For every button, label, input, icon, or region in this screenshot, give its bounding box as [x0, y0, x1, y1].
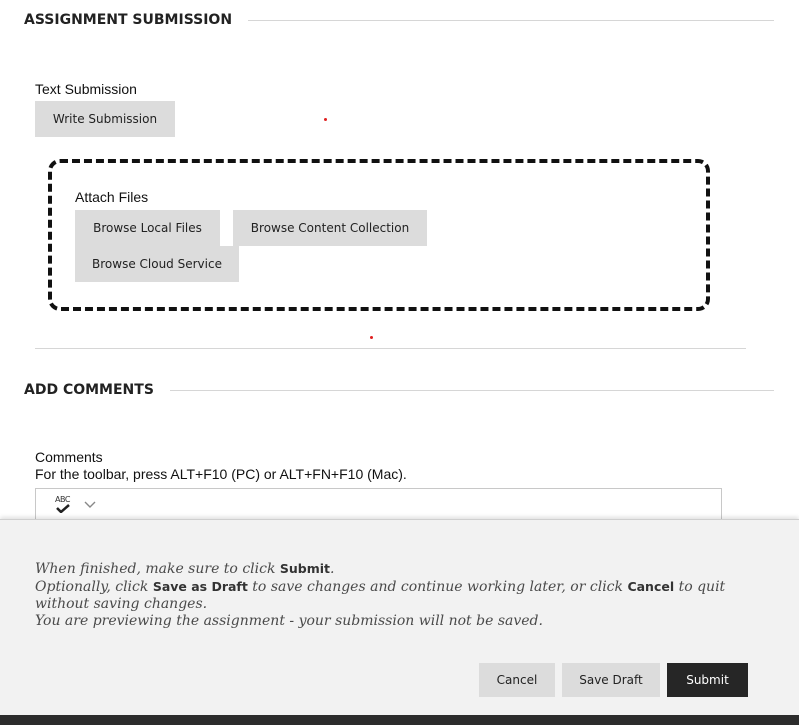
- spellcheck-icon[interactable]: ABC: [52, 495, 76, 517]
- instruction-line-2: Optionally, click Save as Draft to save …: [35, 578, 755, 613]
- add-comments-title: ADD COMMENTS: [24, 382, 154, 398]
- browse-local-files-button[interactable]: Browse Local Files: [75, 210, 220, 246]
- instruction-text: to save changes and continue working lat…: [247, 579, 628, 595]
- instruction-emphasis-save-draft: Save as Draft: [152, 579, 248, 594]
- submission-action-panel: When finished, make sure to click Submit…: [0, 519, 799, 716]
- cancel-button[interactable]: Cancel: [479, 663, 555, 697]
- spellcheck-icon-text: ABC: [55, 495, 70, 504]
- header-rule: [248, 19, 774, 21]
- write-submission-button[interactable]: Write Submission: [35, 101, 175, 137]
- comments-label: Comments: [35, 449, 103, 465]
- red-marker-dot: [370, 336, 373, 339]
- submit-button[interactable]: Submit: [667, 663, 748, 697]
- red-marker-dot: [324, 118, 327, 121]
- instruction-emphasis-submit: Submit: [279, 561, 331, 576]
- footer-bar: [0, 715, 799, 725]
- toolbar-hint: For the toolbar, press ALT+F10 (PC) or A…: [35, 466, 407, 482]
- add-comments-header: ADD COMMENTS: [24, 382, 774, 398]
- spellcheck-check-mark: [56, 504, 70, 513]
- instruction-line-3: You are previewing the assignment - your…: [35, 613, 543, 629]
- instruction-line-1: When finished, make sure to click Submit…: [35, 560, 755, 578]
- instruction-emphasis-cancel: Cancel: [627, 579, 675, 594]
- assignment-submission-header: ASSIGNMENT SUBMISSION: [24, 12, 774, 28]
- assignment-page: ASSIGNMENT SUBMISSION Text Submission Wr…: [0, 0, 799, 725]
- instruction-text: Optionally, click: [35, 579, 153, 595]
- header-rule: [169, 389, 774, 391]
- text-submission-label: Text Submission: [35, 81, 137, 97]
- submission-instructions: When finished, make sure to click Submit…: [35, 560, 755, 630]
- chevron-down-icon[interactable]: [84, 501, 96, 509]
- section-divider: [35, 348, 746, 349]
- browse-content-collection-button[interactable]: Browse Content Collection: [233, 210, 427, 246]
- browse-cloud-service-button[interactable]: Browse Cloud Service: [75, 246, 239, 282]
- attach-files-label: Attach Files: [75, 189, 149, 205]
- instruction-text: .: [330, 561, 335, 577]
- assignment-submission-title: ASSIGNMENT SUBMISSION: [24, 12, 233, 28]
- save-draft-button[interactable]: Save Draft: [562, 663, 660, 697]
- instruction-text: When finished, make sure to click: [35, 561, 280, 577]
